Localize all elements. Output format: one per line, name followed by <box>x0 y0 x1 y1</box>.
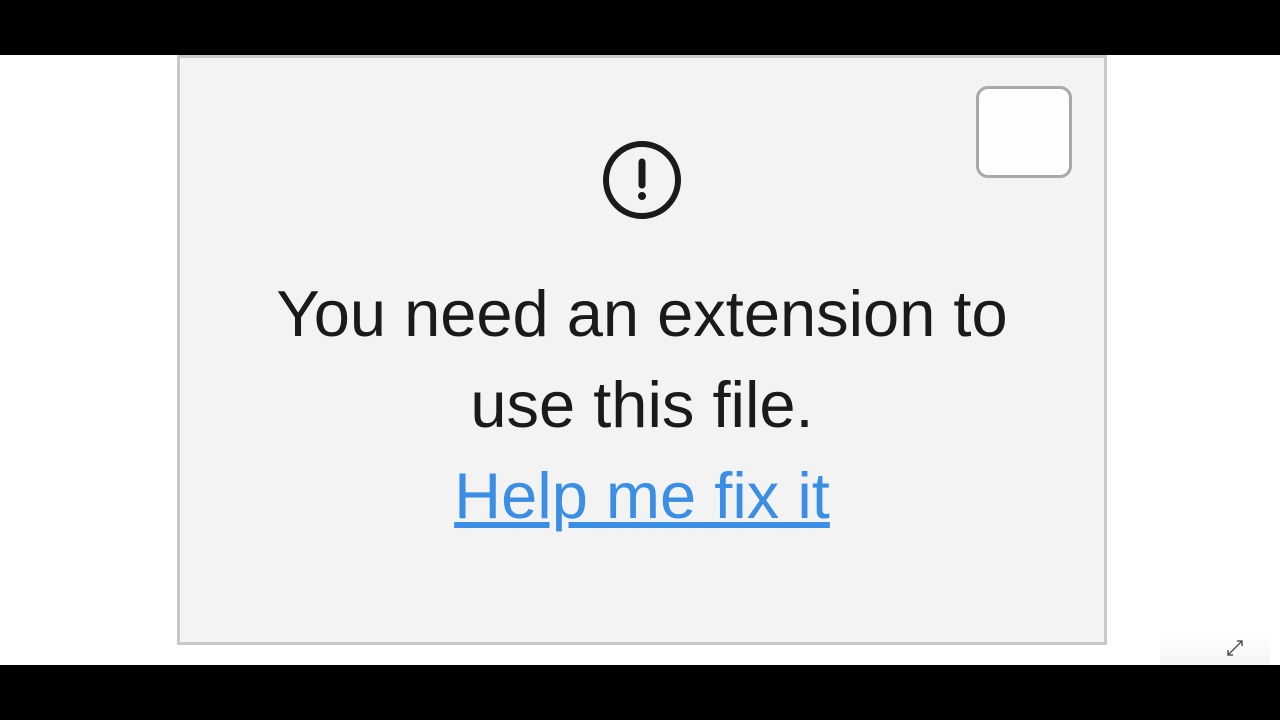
help-me-fix-it-link[interactable]: Help me fix it <box>454 458 830 533</box>
side-shadow <box>1160 635 1270 665</box>
letterbox-bottom <box>0 665 1280 720</box>
message-block: You need an extension to use this file. … <box>180 268 1104 533</box>
letterbox-top <box>0 0 1280 55</box>
extension-required-dialog: You need an extension to use this file. … <box>177 55 1107 645</box>
close-button[interactable] <box>976 86 1072 178</box>
alert-icon <box>602 140 682 220</box>
dialog-message-text: You need an extension to use this file. <box>180 268 1104 450</box>
content-area: You need an extension to use this file. … <box>0 55 1280 665</box>
